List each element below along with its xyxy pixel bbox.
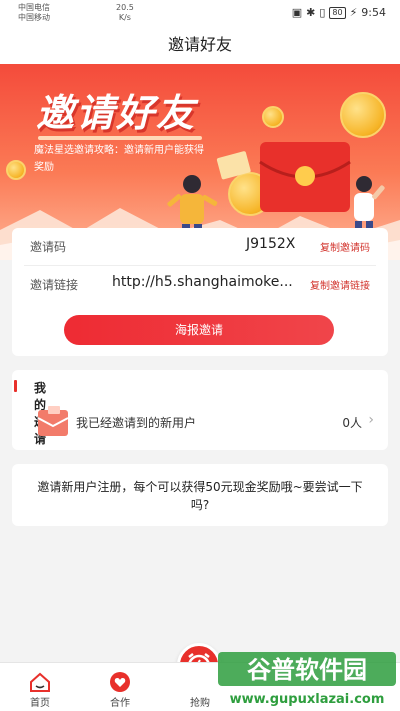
charging-icon: ⚡ <box>349 6 358 19</box>
svg-text:谷普软件园: 谷普软件园 <box>247 656 367 684</box>
svg-text:www.gupuxlazai.com: www.gupuxlazai.com <box>230 692 385 707</box>
heart-icon <box>110 672 130 692</box>
carrier-2: 中国移动 <box>18 13 50 22</box>
battery-icon: 80 <box>329 6 346 19</box>
my-invites-card: 我的邀请 我已经邀请到的新用户 0人 › <box>12 370 388 450</box>
tab-home-label: 首页 <box>30 698 50 709</box>
nfc-icon: ▣ <box>291 6 303 19</box>
bluetooth-icon: ✱ <box>306 6 316 19</box>
reward-tip: 邀请新用户注册，每个可以获得50元现金奖励哦~要尝试一下吗? <box>12 464 388 526</box>
carrier-info: 中国电信 中国移动 <box>18 3 50 23</box>
section-marker <box>14 380 17 392</box>
poster-invite-button[interactable]: 海报邀请 <box>64 315 334 345</box>
copy-link-button[interactable]: 复制邀请链接 <box>310 277 370 292</box>
chevron-right-icon: › <box>368 412 374 428</box>
status-icons: ▣ ✱ ▯ 80 ⚡ 9:54 <box>292 6 386 19</box>
invited-users-row[interactable]: 我已经邀请到的新用户 0人 › <box>12 400 388 444</box>
clock-time: 9:54 <box>361 6 386 19</box>
tab-cooperation-label: 合作 <box>110 698 130 709</box>
home-icon <box>30 672 50 692</box>
banner-underline <box>38 136 202 140</box>
invite-link-label: 邀请链接 <box>30 278 79 292</box>
speed-unit: K/s <box>118 13 131 22</box>
network-speed: 20.5 K/s <box>116 3 134 23</box>
red-envelope-icon <box>37 406 69 436</box>
invite-card: 邀请码 J9152X 复制邀请码 邀请链接 http://h5.shanghai… <box>12 228 388 356</box>
gold-coin-icon <box>6 160 26 180</box>
copy-code-button[interactable]: 复制邀请码 <box>320 239 370 254</box>
invite-code-label: 邀请码 <box>30 240 67 254</box>
invite-link-row: 邀请链接 http://h5.shanghaimoke... 复制邀请链接 <box>12 266 388 302</box>
watermark-logo: 谷普软件园 www.gupuxlazai.com <box>218 652 396 707</box>
status-bar: 中国电信 中国移动 20.5 K/s ▣ ✱ ▯ 80 ⚡ 9:54 <box>0 0 400 26</box>
invited-users-label: 我已经邀请到的新用户 <box>76 416 197 430</box>
invite-code-row: 邀请码 J9152X 复制邀请码 <box>12 228 388 264</box>
tab-cooperation[interactable]: 合作 <box>90 663 150 711</box>
carrier-1: 中国电信 <box>18 3 50 12</box>
invite-code-value: J9152X <box>246 236 296 252</box>
page-title: 邀请好友 <box>0 26 400 64</box>
banner-title: 邀请好友 <box>36 91 197 135</box>
vibrate-icon: ▯ <box>319 6 326 19</box>
gold-coin-icon <box>262 106 284 128</box>
invited-users-count: 0人 <box>342 416 362 430</box>
tab-home[interactable]: 首页 <box>10 663 70 711</box>
invite-link-value: http://h5.shanghaimoke... <box>112 274 293 290</box>
speed-value: 20.5 <box>116 3 134 12</box>
